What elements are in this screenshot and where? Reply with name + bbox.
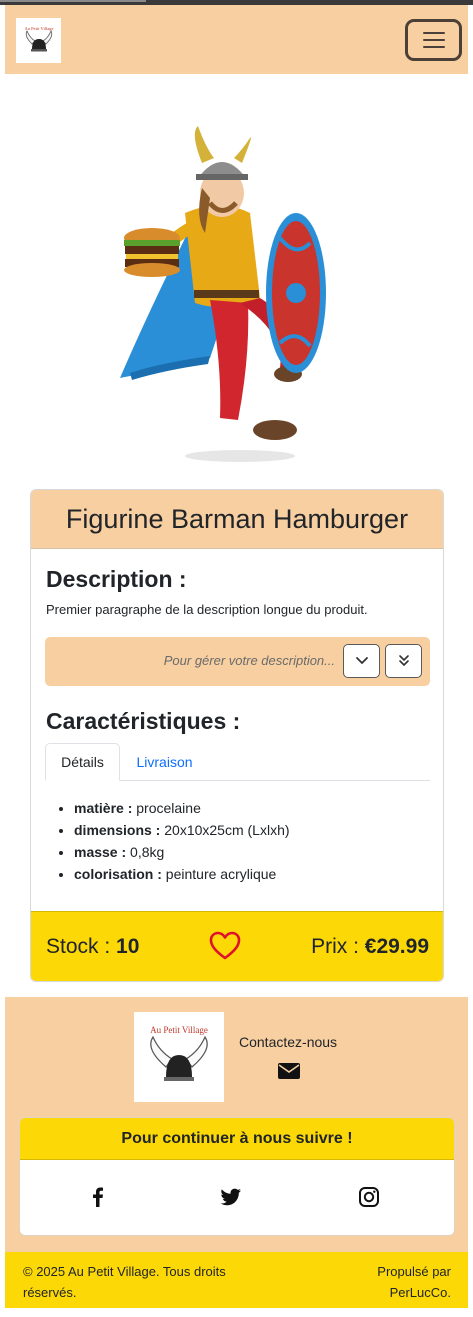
characteristics-title: Caractéristiques :: [46, 708, 241, 734]
spec-value: 20x10x25cm (Lxlxh): [164, 822, 290, 838]
spec-value: 0,8kg: [130, 844, 165, 860]
footer-bottom-bar: © 2025 Au Petit Village. Tous droits rés…: [5, 1252, 468, 1308]
envelope-icon[interactable]: [277, 1061, 301, 1081]
spec-value: peinture acrylique: [165, 866, 277, 882]
spec-key: colorisation :: [74, 866, 162, 882]
follow-title: Pour continuer à nous suivre !: [20, 1118, 454, 1160]
site-footer: Au Petit Village Contactez-nous Pour con…: [5, 997, 468, 1308]
spec-key: matière :: [74, 800, 133, 816]
specs-list: matière : procelaine dimensions : 20x10x…: [74, 797, 290, 885]
logo-text: Au Petit Village: [24, 26, 53, 31]
chevrons-double-down-icon: [398, 655, 409, 666]
product-card: Figurine Barman Hamburger Description : …: [30, 489, 444, 982]
footer-logo-text: Au Petit Village: [150, 1025, 208, 1035]
menu-toggle-button[interactable]: [405, 19, 462, 61]
expand-all-description-button[interactable]: [385, 644, 422, 678]
spec-item: masse : 0,8kg: [74, 841, 290, 863]
spec-item: dimensions : 20x10x25cm (Lxlxh): [74, 819, 290, 841]
characteristics-tabs: Détails Livraison: [45, 743, 430, 781]
hamburger-menu-icon-bar: [422, 46, 445, 48]
description-title: Description :: [46, 566, 187, 592]
powered-by-text: Propulsé par PerLucCo.: [377, 1264, 451, 1300]
follow-card: Pour continuer à nous suivre !: [19, 1117, 455, 1236]
footer-logo[interactable]: Au Petit Village: [134, 1012, 224, 1102]
site-logo[interactable]: Au Petit Village: [16, 18, 61, 63]
chevron-down-icon: [355, 657, 368, 664]
spec-key: masse :: [74, 844, 127, 860]
spec-item: matière : procelaine: [74, 797, 290, 819]
copyright-text: © 2025 Au Petit Village. Tous droits rés…: [23, 1264, 226, 1300]
helmet-logo-icon: Au Petit Village: [150, 1025, 208, 1081]
price-info: Prix : €29.99: [311, 935, 429, 959]
spec-key: dimensions :: [74, 822, 161, 838]
product-image: [120, 126, 326, 462]
description-toolbar: Pour gérer votre description...: [45, 637, 430, 686]
product-title: Figurine Barman Hamburger: [65, 503, 409, 534]
product-card-footer: Stock : 10 Prix : €29.99: [31, 911, 443, 981]
heart-outline-icon[interactable]: [209, 931, 241, 961]
product-card-header: Figurine Barman Hamburger: [31, 490, 443, 549]
navbar: Au Petit Village: [5, 5, 468, 74]
instagram-icon[interactable]: [357, 1185, 381, 1209]
twitter-icon[interactable]: [219, 1185, 243, 1209]
stock-value: 10: [116, 935, 140, 958]
browser-top-line: [0, 0, 146, 2]
facebook-icon[interactable]: [86, 1185, 110, 1209]
description-hint: Pour gérer votre description...: [163, 653, 335, 668]
tab-livraison[interactable]: Livraison: [120, 743, 209, 781]
stock-label: Stock :: [46, 935, 117, 958]
price-label: Prix :: [311, 935, 365, 958]
expand-description-button[interactable]: [343, 644, 380, 678]
hamburger-menu-icon-bar: [422, 39, 445, 41]
tab-details[interactable]: Détails: [45, 743, 120, 781]
helmet-logo-icon: Au Petit Village: [24, 26, 53, 51]
contact-label[interactable]: Contactez-nous: [239, 1034, 337, 1050]
stock-info: Stock : 10: [46, 935, 139, 959]
spec-item: colorisation : peinture acrylique: [74, 863, 290, 885]
hamburger-menu-icon-bar: [422, 32, 445, 34]
spec-value: procelaine: [136, 800, 201, 816]
description-text: Premier paragraphe de la description lon…: [46, 602, 368, 617]
price-value: €29.99: [364, 935, 429, 958]
